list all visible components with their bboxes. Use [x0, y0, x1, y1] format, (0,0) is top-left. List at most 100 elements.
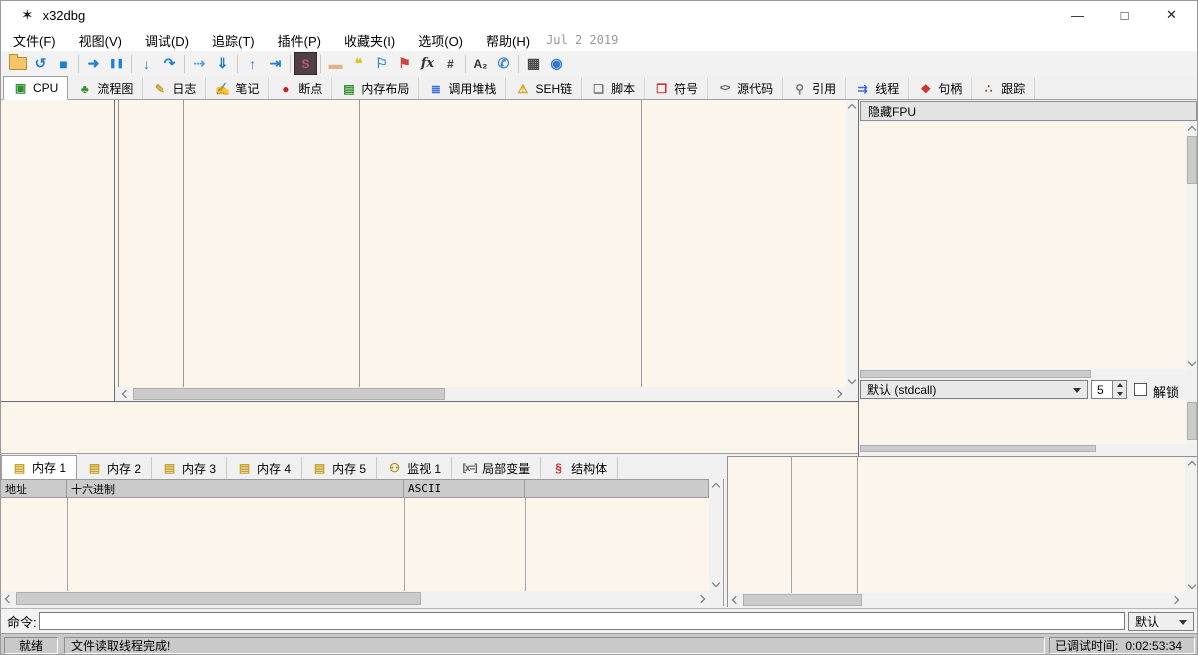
registers-vertical-scrollbar[interactable]: [1186, 122, 1198, 369]
comment-button[interactable]: ❝: [347, 53, 370, 74]
scroll-down-button[interactable]: [709, 577, 723, 591]
tab-seh-chain[interactable]: ⚠SEH链: [506, 78, 582, 99]
hide-fpu-button[interactable]: 隐藏FPU: [860, 101, 1197, 121]
dump-vertical-scrollbar[interactable]: [709, 479, 723, 591]
tab-dump-4[interactable]: ▤内存 4: [227, 457, 302, 479]
tab-references[interactable]: ⚲引用: [783, 78, 846, 99]
scrollbar-thumb[interactable]: [1187, 402, 1197, 440]
tab-dump-3[interactable]: ▤内存 3: [152, 457, 227, 479]
menu-view[interactable]: 视图(V): [70, 29, 131, 52]
pause-button[interactable]: ❚❚: [105, 53, 128, 74]
tab-symbols[interactable]: ❒符号: [645, 78, 708, 99]
scroll-right-button[interactable]: [695, 591, 709, 606]
calling-convention-combobox[interactable]: 默认 (stdcall): [860, 380, 1088, 399]
arguments-pane[interactable]: [859, 400, 1186, 444]
hash-button[interactable]: #: [439, 53, 462, 74]
run-to-user-code-button[interactable]: ⇥: [264, 53, 287, 74]
tab-dump-5[interactable]: ▤内存 5: [302, 457, 377, 479]
scroll-down-button[interactable]: [1186, 356, 1198, 369]
tab-struct[interactable]: §结构体: [541, 457, 618, 479]
globe-button[interactable]: ◉: [545, 53, 568, 74]
registers-pane[interactable]: [859, 122, 1186, 369]
execute-till-return-button[interactable]: ↑: [241, 53, 264, 74]
function-button[interactable]: fx: [416, 53, 439, 74]
tab-threads[interactable]: ⇉线程: [846, 78, 909, 99]
minimize-button[interactable]: —: [1054, 1, 1101, 29]
disassembly-gutter-pane[interactable]: [1, 100, 114, 402]
scrollbar-thumb[interactable]: [1187, 136, 1197, 184]
spin-down-button[interactable]: [1113, 390, 1126, 399]
tab-dump-2[interactable]: ▤内存 2: [77, 457, 152, 479]
tab-handles[interactable]: ❖句柄: [909, 78, 972, 99]
tab-notes[interactable]: ✍笔记: [206, 78, 269, 99]
dump-horizontal-scrollbar[interactable]: [1, 591, 709, 606]
scrollbar-thumb[interactable]: [16, 592, 421, 605]
menu-trace[interactable]: 追踪(T): [203, 29, 264, 52]
info-box-pane[interactable]: [1, 403, 858, 453]
disassembly-horizontal-scrollbar[interactable]: [118, 387, 846, 401]
tab-call-stack[interactable]: ≣调用堆栈: [419, 78, 506, 99]
tab-watch-1[interactable]: ⚇监视 1: [377, 457, 452, 479]
maximize-button[interactable]: □: [1101, 1, 1148, 29]
scroll-down-button[interactable]: [846, 374, 858, 387]
arguments-horizontal-scrollbar[interactable]: [859, 444, 1186, 453]
menu-favourites[interactable]: 收藏夹(I): [335, 29, 404, 52]
calculator-button[interactable]: ▦: [522, 53, 545, 74]
scroll-right-button[interactable]: [832, 387, 846, 401]
scroll-up-button[interactable]: [1185, 457, 1198, 471]
scroll-up-button[interactable]: [1186, 122, 1198, 135]
argument-count-spinner[interactable]: 5: [1091, 380, 1127, 399]
open-file-button[interactable]: [6, 53, 29, 74]
step-over-button[interactable]: ↷: [158, 53, 181, 74]
menu-options[interactable]: 选项(O): [409, 29, 472, 52]
stop-button[interactable]: ■: [52, 53, 75, 74]
tab-trace-view[interactable]: ∴跟踪: [972, 78, 1035, 99]
stack-vertical-scrollbar[interactable]: [1185, 457, 1198, 593]
tab-source[interactable]: <>源代码: [708, 78, 783, 99]
unlock-checkbox[interactable]: [1134, 383, 1147, 396]
tab-dump-1[interactable]: ▤内存 1: [1, 455, 77, 479]
scrollbar-thumb[interactable]: [133, 388, 445, 400]
scrollbar-thumb[interactable]: [743, 594, 862, 606]
disassembly-vertical-scrollbar[interactable]: [846, 100, 858, 387]
spin-up-button[interactable]: [1113, 381, 1126, 390]
tab-cpu[interactable]: ▣CPU: [3, 76, 68, 100]
scrollbar-thumb[interactable]: [860, 370, 1091, 378]
close-button[interactable]: ✕: [1148, 1, 1195, 29]
scroll-left-button[interactable]: [728, 593, 742, 607]
scroll-up-button[interactable]: [846, 100, 858, 113]
command-input[interactable]: [39, 612, 1125, 630]
patch-button[interactable]: ▬: [324, 53, 347, 74]
scroll-up-button[interactable]: [709, 479, 723, 493]
bookmark-button[interactable]: ⚑: [393, 53, 416, 74]
scroll-left-button[interactable]: [1, 591, 15, 606]
scroll-left-button[interactable]: [118, 387, 132, 401]
restart-button[interactable]: ↺: [29, 53, 52, 74]
dump-content-pane[interactable]: [1, 498, 709, 591]
stack-horizontal-scrollbar[interactable]: [728, 593, 1198, 607]
scylla-button[interactable]: S: [294, 52, 317, 75]
tab-graph[interactable]: ♣流程图: [68, 78, 143, 99]
tab-breakpoints[interactable]: ●断点: [269, 78, 332, 99]
menu-file[interactable]: 文件(F): [4, 29, 65, 52]
stack-pane[interactable]: [728, 457, 1185, 593]
disassembly-pane[interactable]: [115, 100, 846, 387]
strings-button[interactable]: A₂: [469, 53, 492, 74]
trace-into-button[interactable]: ⇢: [188, 53, 211, 74]
phone-arrow-button[interactable]: ✆: [492, 53, 515, 74]
tab-locals[interactable]: [x=]局部变量: [452, 457, 541, 479]
menu-debug[interactable]: 调试(D): [136, 29, 198, 52]
trace-over-button[interactable]: ⇓: [211, 53, 234, 74]
menu-plugins[interactable]: 插件(P): [269, 29, 330, 52]
registers-horizontal-scrollbar[interactable]: [859, 369, 1186, 379]
scroll-right-button[interactable]: [1169, 593, 1183, 607]
scrollbar-thumb[interactable]: [860, 445, 1096, 452]
scroll-down-button[interactable]: [1185, 579, 1198, 593]
run-button[interactable]: ➜: [82, 53, 105, 74]
tab-log[interactable]: ✎日志: [143, 78, 206, 99]
command-profile-combobox[interactable]: 默认: [1128, 612, 1194, 631]
menu-help[interactable]: 帮助(H): [477, 29, 539, 52]
tab-memory-map[interactable]: ▤内存布局: [332, 78, 419, 99]
arguments-vertical-scrollbar[interactable]: [1186, 400, 1198, 444]
label-button[interactable]: ⚐: [370, 53, 393, 74]
